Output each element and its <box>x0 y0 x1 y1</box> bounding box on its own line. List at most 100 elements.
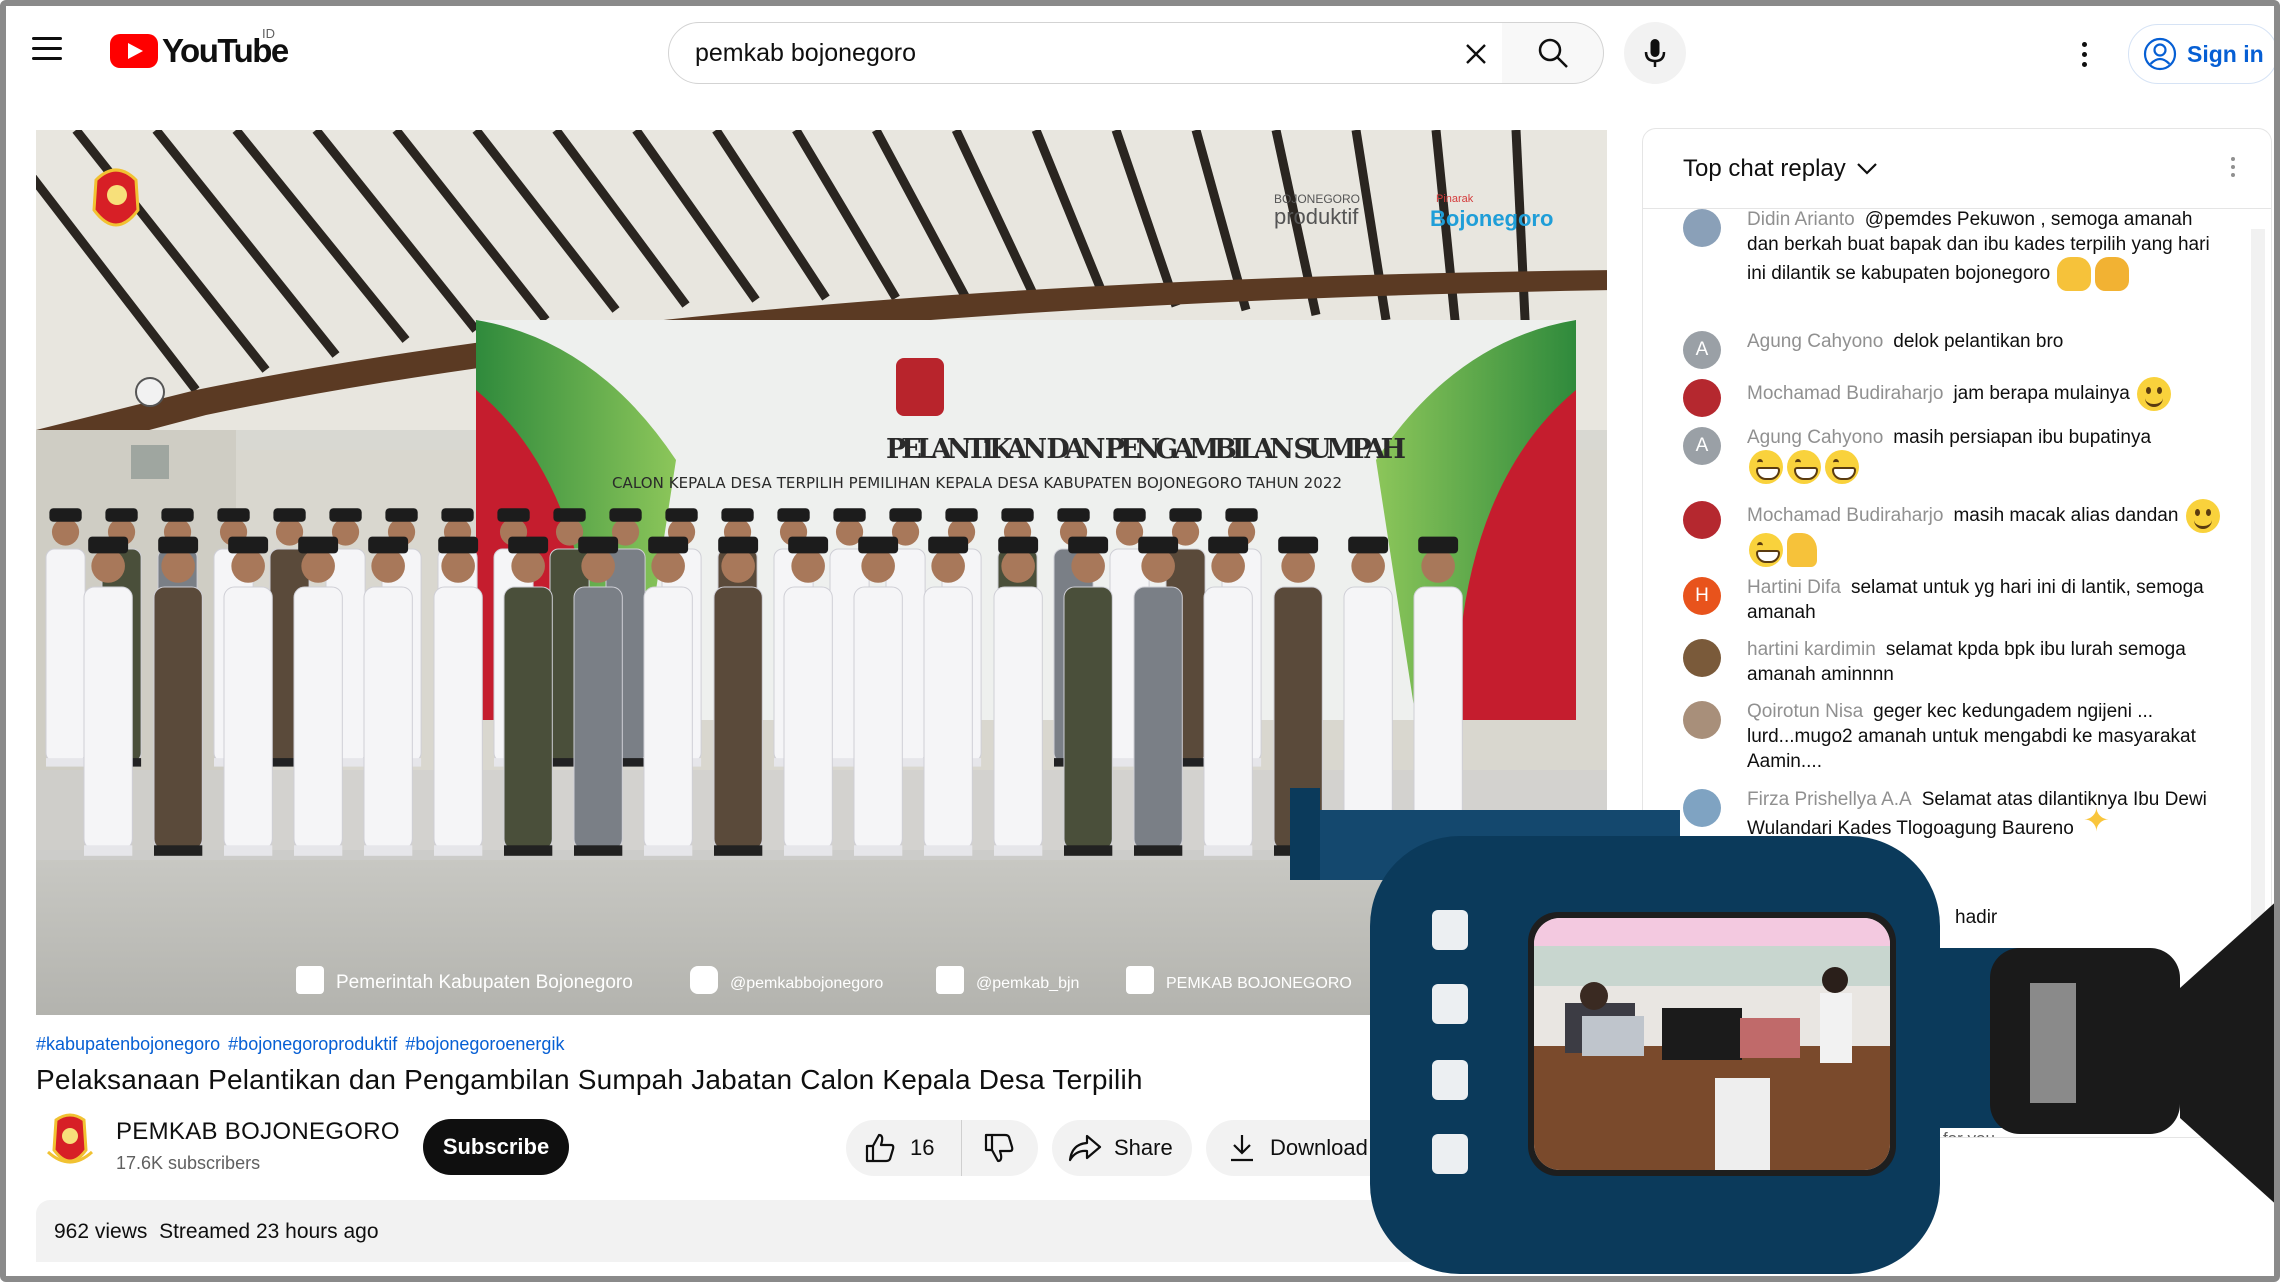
partial-message: hadir <box>1955 907 1998 928</box>
avatar <box>1683 701 1721 739</box>
subscriber-count: 17.6K subscribers <box>116 1153 261 1173</box>
masthead: YouTube ID Sign in <box>6 6 2278 90</box>
chat-menu-icon[interactable] <box>2231 157 2235 177</box>
account-icon <box>2143 37 2177 71</box>
avatar <box>1683 379 1721 417</box>
pray-emoji-icon <box>2095 257 2130 291</box>
social-label: PEMKAB BOJONEGORO <box>1166 975 1352 992</box>
voice-search-button[interactable] <box>1624 22 1686 84</box>
grin-emoji-icon <box>1787 450 1821 484</box>
hashtag-link[interactable]: #bojonegoroenergik <box>405 1034 564 1055</box>
watermark-pinarak: Pinarak <box>1436 193 1474 205</box>
chat-message: A Agung Cahyono masih persiapan ibu bupat… <box>1683 425 2223 484</box>
chat-author: Mochamad Budiraharjo <box>1747 505 1944 527</box>
banner-title: PELANTIKAN DAN PENGAMBILAN SUMPAH <box>886 434 1406 465</box>
share-button[interactable]: Share <box>1052 1120 1192 1176</box>
chat-author: Agung Cahyono <box>1747 331 1884 352</box>
chat-message: Firza Prishellya A.A Selamat atas dilanti… <box>1683 787 2223 846</box>
thumbs-up-emoji-icon <box>1787 533 1817 567</box>
download-icon <box>1231 1135 1253 1162</box>
download-button[interactable]: Download <box>1206 1120 1406 1176</box>
chat-author: Agung Cahyono <box>1747 427 1884 448</box>
subscribe-button[interactable]: Subscribe <box>423 1119 569 1175</box>
microphone-icon <box>1644 39 1666 67</box>
smile-emoji-icon <box>2185 499 2220 533</box>
avatar <box>1683 501 1721 539</box>
youtube-icon <box>1126 966 1154 994</box>
chat-author: Qoirotun Nisa <box>1747 701 1864 722</box>
chat-message: Mochamad Budiraharjo jam berapa mulainya <box>1683 377 2223 417</box>
social-label: @pemkabbojonegoro <box>730 975 883 992</box>
search-input[interactable] <box>695 38 1395 68</box>
youtube-logo[interactable]: YouTube ID <box>110 26 289 70</box>
thumbs-down-icon <box>984 1133 1014 1163</box>
grin-emoji-icon <box>1825 450 1859 484</box>
facebook-icon <box>296 966 324 994</box>
avatar <box>1683 639 1721 677</box>
smile-emoji-icon <box>2137 377 2172 411</box>
chat-author: hartini kardimin <box>1747 639 1876 660</box>
partial-footer: el for you <box>1925 1129 1995 1137</box>
chat-author: Didin Arianto <box>1747 209 1855 230</box>
like-count: 16 <box>910 1135 935 1160</box>
youtube-play-icon <box>110 34 158 68</box>
more-options-icon[interactable] <box>2066 32 2102 76</box>
live-chat-panel: Top chat replay Didin Arianto @pemdes Pek… <box>1642 128 2272 1138</box>
chat-message: Didin Arianto @pemdes Pekuwon , semoga am… <box>1683 207 2223 291</box>
sparkles-emoji-icon <box>2081 808 2115 846</box>
download-label: Download <box>1270 1135 1368 1160</box>
chat-mode-label[interactable]: Top chat replay <box>1683 155 1846 183</box>
chevron-down-icon[interactable] <box>1856 162 1878 176</box>
menu-icon[interactable] <box>32 28 76 68</box>
people-group <box>45 508 1463 856</box>
watermark-bojonegoro: Bojonegoro <box>1430 206 1553 231</box>
chat-scrollbar[interactable] <box>2251 229 2265 1089</box>
chat-text: masih persiapan ibu bupatinya <box>1893 427 2152 448</box>
stream-date: Streamed 23 hours ago <box>159 1220 379 1243</box>
hashtag-link[interactable]: #kabupatenbojonegoro <box>36 1034 220 1055</box>
country-code: ID <box>262 26 275 41</box>
dislike-button[interactable] <box>962 1120 1036 1176</box>
channel-avatar[interactable] <box>42 1112 98 1174</box>
twitter-icon <box>936 966 964 994</box>
chat-author: Hartini Difa <box>1747 577 1841 598</box>
video-player[interactable]: PELANTIKAN DAN PENGAMBILAN SUMPAH CALON … <box>36 130 1607 1015</box>
search-button[interactable] <box>1502 22 1604 84</box>
chat-text: jam berapa mulainya <box>1953 383 2130 405</box>
sign-in-label: Sign in <box>2187 40 2264 67</box>
chat-text: masih macak alias dandan <box>1953 505 2179 527</box>
social-label: Pemerintah Kabupaten Bojonegoro <box>336 972 633 993</box>
share-icon <box>1068 1134 1102 1162</box>
clear-search-icon[interactable] <box>1457 35 1495 73</box>
hashtag-link[interactable]: #bojonegoroproduktif <box>228 1034 397 1055</box>
watermark-produktif: produktif <box>1274 204 1359 229</box>
chat-message: H Hartini Difa selamat untuk yg hari ini … <box>1683 575 2223 625</box>
chat-message: A Agung Cahyono delok pelantikan bro <box>1683 329 2223 369</box>
grin-emoji-icon <box>1749 450 1783 484</box>
chat-message: hartini kardimin selamat kpda bpk ibu lur… <box>1683 637 2223 687</box>
sign-in-button[interactable]: Sign in <box>2128 24 2278 84</box>
view-info: 962 views Streamed 23 hours ago <box>54 1220 379 1244</box>
chat-text: delok pelantikan bro <box>1893 331 2064 352</box>
chat-author: Firza Prishellya A.A <box>1747 789 1912 810</box>
banner-subtitle: CALON KEPALA DESA TERPILIH PEMILIHAN KEP… <box>612 474 1342 492</box>
like-dislike-group: 16 <box>846 1120 1038 1176</box>
view-count: 962 views <box>54 1220 148 1243</box>
avatar: A <box>1683 427 1721 465</box>
video-frame: PELANTIKAN DAN PENGAMBILAN SUMPAH CALON … <box>36 130 1607 1015</box>
share-label: Share <box>1114 1135 1173 1160</box>
avatar: A <box>1683 331 1721 369</box>
chat-author: Mochamad Budiraharjo <box>1747 383 1944 405</box>
partial-message: m Had <box>2095 959 2151 980</box>
social-label: @pemkab_bjn <box>976 975 1079 992</box>
grin-emoji-icon <box>1749 533 1783 567</box>
like-button[interactable]: 16 <box>846 1120 962 1176</box>
channel-name[interactable]: PEMKAB BOJONEGORO <box>116 1118 400 1146</box>
video-title: Pelaksanaan Pelantikan dan Pengambilan S… <box>36 1064 1143 1095</box>
pemkab-emblem <box>92 168 140 227</box>
hashtags: #kabupatenbojonegoro #bojonegoroprodukti… <box>36 1034 564 1055</box>
avatar <box>1683 209 1721 247</box>
avatar <box>1683 789 1721 827</box>
chat-message: Qoirotun Nisa geger kec kedungadem ngijen… <box>1683 699 2223 774</box>
avatar: H <box>1683 577 1721 615</box>
